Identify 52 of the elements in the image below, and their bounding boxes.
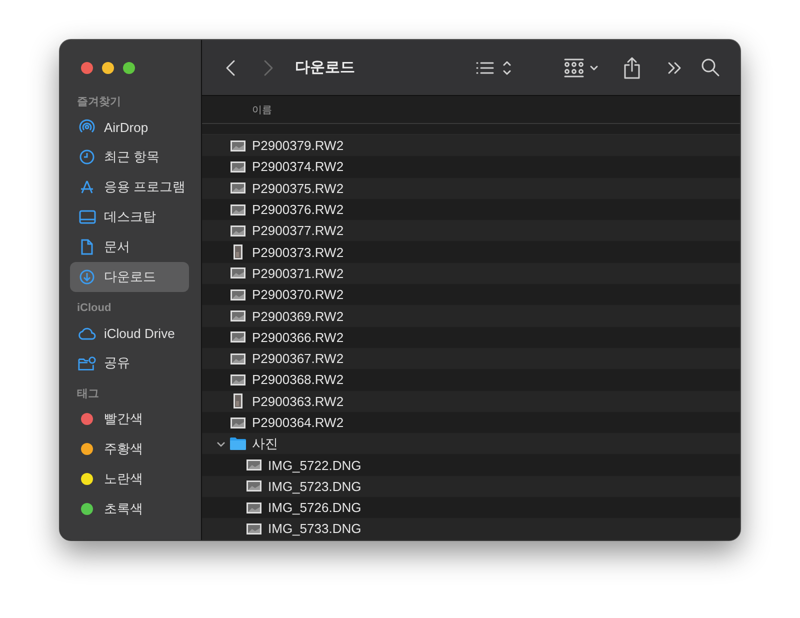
folder-icon bbox=[230, 437, 246, 450]
sidebar-item[interactable]: 노란색 bbox=[70, 464, 189, 494]
file-name[interactable]: P2900363.RW2 bbox=[252, 394, 344, 409]
section-header: 태그 bbox=[77, 387, 100, 401]
file-name[interactable]: P2900376.RW2 bbox=[252, 202, 344, 218]
file-name[interactable]: P2900367.RW2 bbox=[252, 351, 344, 366]
file-name[interactable]: P2900373.RW2 bbox=[252, 244, 344, 260]
section-header: 즐겨찾기 bbox=[77, 95, 122, 109]
file-name[interactable]: P2900375.RW2 bbox=[252, 180, 344, 196]
minimize-button[interactable] bbox=[102, 62, 114, 74]
sidebar-item[interactable]: 문서 bbox=[70, 232, 189, 262]
sidebar-item[interactable]: 초록색 bbox=[70, 494, 189, 524]
sidebar-item[interactable]: AirDrop bbox=[70, 112, 189, 142]
file-name[interactable]: P2900371.RW2 bbox=[252, 266, 344, 281]
file-name[interactable]: P2900368.RW2 bbox=[252, 372, 344, 388]
file-name[interactable]: IMG_5722.DNG bbox=[268, 458, 362, 473]
document-icon bbox=[80, 239, 94, 255]
chevrons-icon[interactable] bbox=[667, 60, 683, 74]
file-name[interactable]: P2900364.RW2 bbox=[252, 415, 344, 430]
apps-icon bbox=[79, 179, 95, 195]
column-header[interactable]: 이름 bbox=[252, 102, 272, 116]
zoom-button[interactable] bbox=[123, 62, 135, 74]
file-name[interactable]: P2900379.RW2 bbox=[252, 138, 344, 154]
file-name[interactable]: IMG_5723.DNG bbox=[268, 478, 362, 494]
cloud-icon bbox=[78, 326, 96, 340]
shared-folder-icon bbox=[78, 356, 96, 370]
sidebar-item[interactable]: 데스크탑 bbox=[70, 202, 189, 232]
file-name[interactable]: P2900377.RW2 bbox=[252, 223, 344, 238]
file-name[interactable]: P2900366.RW2 bbox=[252, 330, 344, 345]
file-name[interactable]: P2900369.RW2 bbox=[252, 308, 344, 324]
section-header: iCloud bbox=[77, 301, 112, 315]
share-icon[interactable] bbox=[623, 56, 641, 78]
file-name[interactable]: IMG_5733.DNG bbox=[268, 521, 362, 536]
file-name[interactable]: 사진 bbox=[252, 434, 278, 453]
sidebar-item[interactable]: 응용 프로그램 bbox=[70, 172, 189, 202]
file-name[interactable]: IMG_5726.DNG bbox=[268, 500, 362, 516]
airdrop-icon bbox=[79, 119, 95, 135]
list-view-icon[interactable] bbox=[475, 58, 513, 76]
file-name[interactable]: P2900370.RW2 bbox=[252, 287, 344, 302]
close-button[interactable] bbox=[81, 62, 93, 74]
file-name[interactable]: P2900374.RW2 bbox=[252, 159, 344, 174]
sidebar-item[interactable]: iCloud Drive bbox=[70, 318, 189, 348]
sidebar-item[interactable]: 최근 항목 bbox=[70, 142, 189, 172]
search-icon[interactable] bbox=[701, 58, 720, 77]
window-title: 다운로드 bbox=[295, 58, 355, 77]
sidebar-item[interactable]: 다운로드 bbox=[70, 262, 189, 292]
download-icon bbox=[79, 269, 95, 285]
sidebar-item[interactable]: 빨간색 bbox=[70, 404, 189, 434]
sidebar-item[interactable]: 주황색 bbox=[70, 434, 189, 464]
desktop-icon bbox=[78, 210, 96, 224]
sidebar-item[interactable]: 공유 bbox=[70, 348, 189, 378]
clock-icon bbox=[79, 149, 95, 165]
